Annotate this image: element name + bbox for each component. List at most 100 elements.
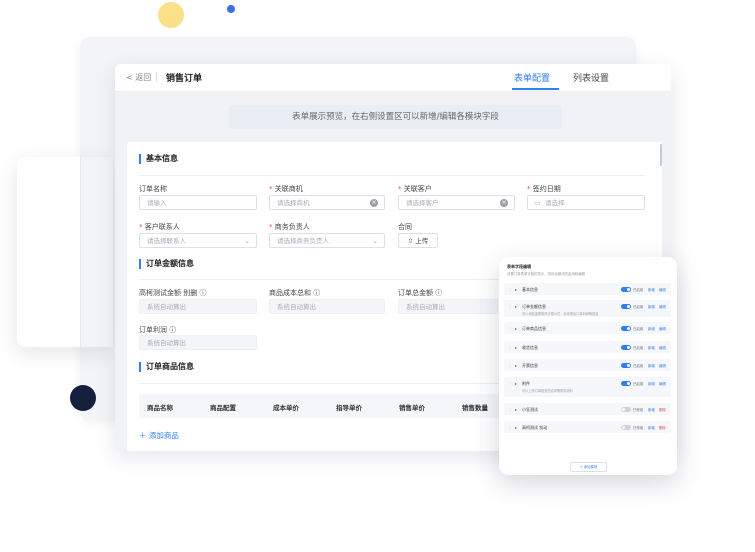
edit-link[interactable]: 编辑 <box>659 304 666 309</box>
drag-handle-icon[interactable]: ⋮ <box>508 304 512 309</box>
chevron-right-icon[interactable]: ▸ <box>515 363 517 368</box>
add-field-link[interactable]: 新增 <box>648 425 655 430</box>
field-label-total-amount: 订单总金额 ⓘ <box>398 289 443 297</box>
module-toggle[interactable] <box>621 425 631 430</box>
column-header: 销售数量 <box>462 404 488 412</box>
module-toggle[interactable] <box>621 304 631 309</box>
module-toggle[interactable] <box>621 381 631 386</box>
scrollbar[interactable] <box>660 144 662 166</box>
profit-field: 系统自动算出 <box>139 335 257 350</box>
module-row[interactable]: ⋮ ▸ 收货信息 已启用 新增 编辑 <box>504 341 671 353</box>
module-row[interactable]: ⋮ ▸ 附件 可以上传订单相关的合同等附件资料 已启用 新增 编辑 <box>504 377 671 397</box>
upload-button[interactable]: ⇧ 上传 <box>398 233 438 248</box>
toggle-label: 已启用 <box>633 327 644 331</box>
decor-dot-navy <box>70 385 96 411</box>
total-amount-field: 系统自动算出 <box>398 299 498 314</box>
module-name: 基本信息 <box>522 287 538 292</box>
module-toggle[interactable] <box>621 345 631 350</box>
chevron-right-icon[interactable]: ▸ <box>515 345 517 350</box>
chevron-right-icon[interactable]: ▸ <box>515 304 517 309</box>
chevron-down-icon: ⌄ <box>244 237 250 245</box>
field-label-test-amount: 高柯测试金额 别删 ⓘ <box>139 289 207 297</box>
tab-form-config[interactable]: 表单配置 <box>514 71 550 84</box>
drag-handle-icon[interactable]: ⋮ <box>508 407 512 412</box>
help-icon[interactable]: ⓘ <box>313 289 320 297</box>
customer-select[interactable]: 请选择客户 × <box>398 195 515 210</box>
decor-card-left-inner <box>80 157 113 347</box>
help-icon[interactable]: ⓘ <box>169 326 176 334</box>
edit-link[interactable]: 编辑 <box>659 287 666 292</box>
chevron-down-icon: ⌄ <box>372 237 378 245</box>
module-toggle[interactable] <box>621 287 631 292</box>
add-field-link[interactable]: 新增 <box>648 345 655 350</box>
module-row[interactable]: ⋮ ▸ 高柯测试 别动 已停用 新增 删除 <box>504 421 671 433</box>
drag-handle-icon[interactable]: ⋮ <box>508 363 512 368</box>
owner-select[interactable]: 请选择商务负责人 ⌄ <box>269 233 385 248</box>
chevron-right-icon[interactable]: ▸ <box>515 326 517 331</box>
add-field-link[interactable]: 新增 <box>648 363 655 368</box>
help-icon[interactable]: ⓘ <box>435 289 442 297</box>
chevron-right-icon[interactable]: ▸ <box>515 425 517 430</box>
module-toggle[interactable] <box>621 407 631 412</box>
edit-link[interactable]: 编辑 <box>659 345 666 350</box>
module-toggle[interactable] <box>621 363 631 368</box>
test-amount-field: 系统自动算出 <box>139 299 257 314</box>
plus-icon: ＋ <box>139 431 149 440</box>
calendar-icon: ▭ <box>534 199 541 207</box>
page-title: 销售订单 <box>166 74 203 84</box>
clear-icon[interactable]: × <box>370 199 378 207</box>
column-header: 销售单价 <box>399 404 425 412</box>
chevron-right-icon[interactable]: ▸ <box>515 407 517 412</box>
module-row[interactable]: ⋮ ▸ 基本信息 已启用 新增 编辑 <box>504 283 671 295</box>
drag-handle-icon[interactable]: ⋮ <box>508 381 512 386</box>
add-field-link[interactable]: 新增 <box>648 287 655 292</box>
top-bar: < 返回 销售订单 表单配置 列表设置 <box>115 64 671 92</box>
edit-link[interactable]: 编辑 <box>659 326 666 331</box>
cost-sum-field: 系统自动算出 <box>269 299 385 314</box>
back-link[interactable]: < 返回 <box>126 72 151 83</box>
delete-link[interactable]: 删除 <box>659 407 666 412</box>
edit-link[interactable]: 编辑 <box>659 363 666 368</box>
field-settings-panel: 表单字段编辑 设置订单表单字段的显示、排序及模块的启用和编辑 ⋮ ▸ 基本信息 已启用… <box>499 257 677 475</box>
drag-handle-icon[interactable]: ⋮ <box>508 287 512 292</box>
field-label-customer: * 关联客户 <box>398 185 432 193</box>
field-label-contact: * 客户联系人 <box>139 223 180 231</box>
delete-link[interactable]: 删除 <box>659 425 666 430</box>
module-row[interactable]: ⋮ ▸ 开票信息 已启用 新增 编辑 <box>504 359 671 371</box>
add-product-button[interactable]: ＋ 添加商品 <box>139 430 179 441</box>
sign-date-picker[interactable]: ▭ 请选择 <box>527 195 645 210</box>
tab-list-settings[interactable]: 列表设置 <box>573 71 609 84</box>
module-name: 收货信息 <box>522 345 538 350</box>
module-row[interactable]: ⋮ ▸ 订单金额信息 可以添加金额相关计算公式，自动得出订单利润等信息 已启用 新增 编辑 <box>504 300 671 317</box>
toggle-label: 已启用 <box>633 346 644 350</box>
divider <box>156 72 157 82</box>
chevron-right-icon[interactable]: ▸ <box>515 287 517 292</box>
drag-handle-icon[interactable]: ⋮ <box>508 326 512 331</box>
contact-select[interactable]: 请选择联系人 ⌄ <box>139 233 257 248</box>
module-row[interactable]: ⋮ ▸ 小狂测试 已停用 新增 删除 <box>504 403 671 415</box>
opportunity-select[interactable]: 请选择商机 × <box>269 195 385 210</box>
column-header: 商品名称 <box>147 404 173 412</box>
module-toggle[interactable] <box>621 326 631 331</box>
add-field-link[interactable]: 新增 <box>648 304 655 309</box>
drag-handle-icon[interactable]: ⋮ <box>508 345 512 350</box>
clear-icon[interactable]: × <box>500 199 508 207</box>
module-row[interactable]: ⋮ ▸ 订单商品信息 已启用 新增 编辑 <box>504 322 671 334</box>
decor-dot-blue <box>227 5 235 13</box>
field-label-order-name: 订单名称 <box>139 185 167 193</box>
decor-dot-yellow <box>158 2 184 28</box>
help-icon[interactable]: ⓘ <box>199 289 206 297</box>
section-basic-title: 基本信息 <box>139 154 178 164</box>
add-module-button[interactable]: + 添加模块 <box>570 462 607 472</box>
column-header: 指导单价 <box>336 404 362 412</box>
module-name: 高柯测试 别动 <box>522 425 548 430</box>
chevron-right-icon[interactable]: ▸ <box>515 381 517 386</box>
drag-handle-icon[interactable]: ⋮ <box>508 425 512 430</box>
add-field-link[interactable]: 新增 <box>648 326 655 331</box>
order-name-input[interactable]: 请输入 <box>139 195 257 210</box>
add-field-link[interactable]: 新增 <box>648 381 655 386</box>
column-header: 成本单价 <box>273 404 299 412</box>
edit-link[interactable]: 编辑 <box>659 381 666 386</box>
add-field-link[interactable]: 新增 <box>648 407 655 412</box>
preview-hint: 表单展示预览，在右侧设置区可以新增/编辑各模块字段 <box>229 105 562 129</box>
